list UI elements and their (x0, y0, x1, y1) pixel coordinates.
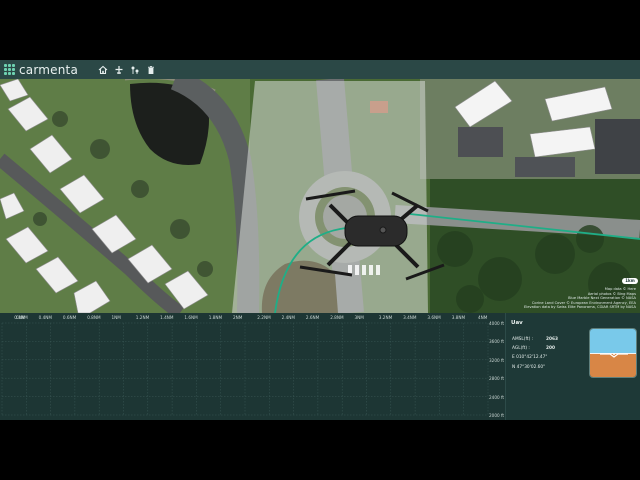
toolbar-tools (98, 65, 156, 75)
amsl-label: AMSL(ft) : (512, 337, 534, 342)
altitude-tick-label: 3200 ft (489, 357, 505, 363)
uav-title: Uav (511, 320, 523, 326)
range-tick-label: 0.8NM (87, 315, 101, 320)
uav-info-panel: Uav AMSL(ft) : 2063 AGL(ft) : 200 E 010°… (505, 313, 640, 420)
attitude-indicator (589, 328, 637, 378)
range-tick-label: 3NM (354, 315, 364, 320)
map-imagery (0, 79, 640, 313)
range-tick-label: 2NM (233, 315, 243, 320)
aircraft-icon[interactable] (114, 65, 124, 75)
range-tick-label: 2.4NM (281, 315, 295, 320)
range-tick-label: 3.2NM (378, 315, 393, 320)
attribution-line: Elevation data by Swiss Elite Panorama, … (523, 305, 636, 310)
waypoints-icon[interactable] (130, 65, 140, 75)
range-tick-label: 1.8NM (208, 315, 223, 320)
range-tick-label: 0.6NM (62, 315, 77, 320)
northing-label: N 47°30'02.60" (512, 365, 546, 370)
amsl-value: 2063 (546, 337, 558, 342)
altitude-tick-label: 2800 ft (489, 376, 505, 382)
altitude-tick-label: 3600 ft (489, 339, 505, 345)
aircraft-symbol-icon (600, 353, 628, 358)
toolbar: carmenta (0, 60, 640, 79)
logo-icon (4, 64, 15, 75)
range-tick-label: 3.6NM (427, 315, 441, 320)
range-tick-label: 1NM (111, 315, 121, 320)
range-tick-label: 1.2NM (135, 315, 150, 320)
profile-grid (1, 322, 489, 416)
logo-text: carmenta (19, 62, 79, 77)
range-tick-label: 0.4NM (38, 315, 52, 320)
app-window: carmenta 1km Map data © Here Aerial phot… (0, 60, 640, 420)
range-tick-label: 4NM (478, 315, 488, 320)
map-attribution: Map data © Here Aerial photos © Bing Map… (524, 287, 636, 310)
trash-icon[interactable] (146, 65, 156, 75)
range-tick-label: 2.6NM (305, 315, 320, 320)
range-tick-label: 3.4NM (403, 315, 417, 320)
range-tick-label: 1.6NM (184, 315, 198, 320)
altitude-tick-label: 2400 ft (489, 394, 505, 400)
scale-badge: 1km (622, 278, 638, 284)
altitude-tick-label: 2000 ft (489, 413, 505, 418)
satellite-map[interactable]: 1km Map data © Here Aerial photos © Bing… (0, 79, 640, 313)
home-icon[interactable] (98, 65, 108, 75)
vertical-profile-panel[interactable]: 0NM 0.2NM 0.4NM 0.6NM 0.8NM 1NM 1.2NM 1.4NM 1.6N… (0, 313, 505, 420)
range-tick-label: 2.2NM (257, 315, 271, 320)
agl-label: AGL(ft) : (512, 346, 530, 351)
range-tick-label: 0.2NM (14, 315, 28, 320)
logo: carmenta (4, 63, 78, 77)
altitude-tick-label: 4000 ft (489, 321, 505, 326)
video-frame: carmenta 1km Map data © Here Aerial phot… (0, 0, 640, 480)
easting-label: E 010°42'12.47" (512, 355, 548, 360)
range-tick-label: 2.8NM (330, 315, 344, 320)
range-tick-label: 3.8NM (451, 315, 466, 320)
agl-value: 200 (546, 346, 555, 351)
range-tick-label: 1.4NM (160, 315, 174, 320)
